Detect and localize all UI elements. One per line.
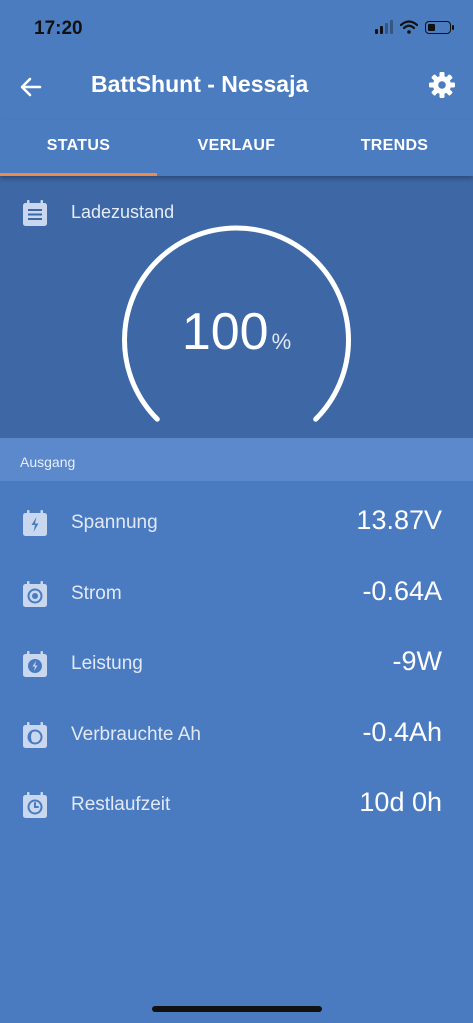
- row-label: Strom: [71, 582, 122, 604]
- tab-bar: STATUS VERLAUF TRENDS: [0, 120, 473, 176]
- moon-icon: [23, 721, 47, 748]
- list-item-restlaufzeit: Restlaufzeit 10d 0h: [0, 770, 473, 841]
- gear-icon[interactable]: [427, 70, 457, 100]
- gauge-value: 100%: [0, 302, 473, 362]
- tab-status[interactable]: STATUS: [0, 120, 157, 176]
- lightning-icon: [23, 510, 47, 536]
- section-header-ausgang: Ausgang: [0, 438, 473, 481]
- state-of-charge-panel: Ladezustand 100%: [0, 176, 473, 438]
- row-label: Spannung: [71, 512, 158, 533]
- target-icon: [23, 580, 47, 607]
- active-tab-indicator: [0, 173, 157, 176]
- wifi-icon: [400, 20, 418, 34]
- list-item-leistung: Leistung -9W: [0, 629, 473, 700]
- row-value: -9W: [392, 646, 443, 676]
- status-bar: 17:20: [0, 0, 473, 54]
- tab-verlauf[interactable]: VERLAUF: [158, 120, 315, 176]
- row-value: 13.87V: [356, 505, 442, 535]
- list-item-verbrauchte-ah: Verbrauchte Ah -0.4Ah: [0, 700, 473, 771]
- row-value: 10d 0h: [359, 787, 442, 817]
- row-label: Verbrauchte Ah: [71, 723, 201, 745]
- row-label: Restlaufzeit: [71, 794, 171, 815]
- readings-list: Spannung 13.87V Strom -0.64A Leistung -9…: [0, 488, 473, 841]
- list-item-spannung: Spannung 13.87V: [0, 488, 473, 559]
- cellular-signal-icon: [375, 20, 393, 34]
- list-icon: [23, 200, 47, 226]
- gauge-unit: %: [271, 329, 292, 354]
- power-icon: [23, 651, 47, 677]
- section-label: Ausgang: [20, 454, 76, 470]
- clock-icon: [23, 792, 47, 818]
- battery-low-icon: [425, 20, 454, 34]
- gauge-number: 100: [181, 303, 269, 361]
- row-value: -0.64A: [362, 575, 442, 606]
- home-indicator[interactable]: [152, 1006, 322, 1012]
- tab-trends[interactable]: TRENDS: [316, 120, 473, 176]
- row-value: -0.4Ah: [362, 716, 442, 747]
- page-title: BattShunt - Nessaja: [91, 71, 309, 97]
- list-item-strom: Strom -0.64A: [0, 559, 473, 630]
- status-icons: [375, 20, 454, 34]
- status-time: 17:20: [34, 18, 83, 39]
- row-label: Leistung: [71, 653, 143, 674]
- arrow-left-icon[interactable]: [16, 72, 46, 102]
- app-bar: BattShunt - Nessaja: [0, 54, 473, 120]
- gauge-label: Ladezustand: [71, 202, 175, 222]
